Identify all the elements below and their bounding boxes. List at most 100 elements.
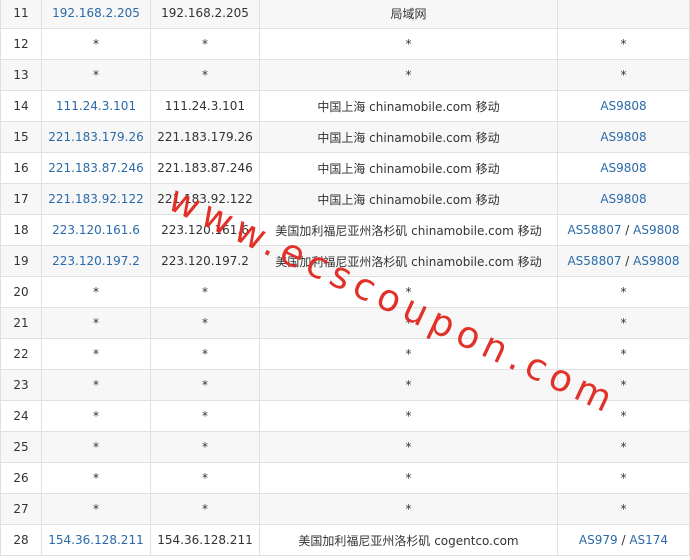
location-cell: * [259,307,558,339]
as-cell: * [557,59,690,91]
table-row: 14 111.24.3.101 111.24.3.101 中国上海 chinamobi… [0,90,690,122]
as-link[interactable]: AS9808 [600,130,646,144]
as-cell: * [557,338,690,370]
as-link[interactable]: AS979 [579,533,618,547]
ip-text: * [93,409,99,423]
ip-cell: 192.168.2.205 [41,0,151,29]
ip-cell: 221.183.179.26 [41,121,151,153]
table-row: 11 192.168.2.205 192.168.2.205 局域网 [0,0,690,29]
as-link[interactable]: AS9808 [633,254,679,268]
hop-number: 20 [0,276,42,308]
ip-cell: 221.183.92.122 [41,183,151,215]
table-row: 28 154.36.128.211 154.36.128.211 美国加利福尼亚州洛杉… [0,524,690,556]
table-row: 16 221.183.87.246 221.183.87.246 中国上海 china… [0,152,690,184]
as-cell: * [557,400,690,432]
table-row: 27 * * * * [0,493,690,525]
ip-link[interactable]: 223.120.161.6 [52,223,140,237]
as-cell: AS58807 / AS9808 [557,214,690,246]
hop-number: 18 [0,214,42,246]
ip-link[interactable]: 154.36.128.211 [48,533,143,547]
as-separator: / [617,533,630,547]
as-link[interactable]: AS58807 [567,223,621,237]
hop-number: 14 [0,90,42,122]
ip-link[interactable]: 111.24.3.101 [56,99,136,113]
hop-number: 25 [0,431,42,463]
hop-number: 27 [0,493,42,525]
ip-text: * [93,37,99,51]
ip-text: * [93,285,99,299]
table-row: 24 * * * * [0,400,690,432]
table-row: 21 * * * * [0,307,690,339]
hostname-cell: * [150,493,260,525]
ip-cell: * [41,462,151,494]
ip-text: * [93,347,99,361]
ip-cell: * [41,28,151,60]
hop-number: 16 [0,152,42,184]
ip-cell: 221.183.87.246 [41,152,151,184]
ip-cell: * [41,400,151,432]
as-cell: * [557,431,690,463]
ip-cell: 223.120.161.6 [41,214,151,246]
hostname-cell: * [150,276,260,308]
hostname-cell: 192.168.2.205 [150,0,260,29]
table-row: 13 * * * * [0,59,690,91]
hostname-cell: 221.183.92.122 [150,183,260,215]
hostname-cell: * [150,462,260,494]
hop-number: 19 [0,245,42,277]
hostname-cell: * [150,338,260,370]
ip-link[interactable]: 221.183.92.122 [48,192,143,206]
as-link[interactable]: AS9808 [633,223,679,237]
table-row: 19 223.120.197.2 223.120.197.2 美国加利福尼亚州洛杉矶 … [0,245,690,277]
ip-link[interactable]: 223.120.197.2 [52,254,140,268]
hostname-cell: 221.183.179.26 [150,121,260,153]
location-cell: * [259,400,558,432]
location-cell: 美国加利福尼亚州洛杉矶 chinamobile.com 移动 [259,245,558,277]
as-link[interactable]: AS9808 [600,192,646,206]
hop-number: 17 [0,183,42,215]
as-cell: * [557,369,690,401]
location-cell: 美国加利福尼亚州洛杉矶 chinamobile.com 移动 [259,214,558,246]
as-text: * [620,68,627,82]
ip-text: * [93,316,99,330]
as-cell: * [557,462,690,494]
ip-link[interactable]: 221.183.179.26 [48,130,143,144]
as-text: * [620,37,627,51]
table-row: 18 223.120.161.6 223.120.161.6 美国加利福尼亚州洛杉矶 … [0,214,690,246]
hop-number: 12 [0,28,42,60]
ip-link[interactable]: 192.168.2.205 [52,6,140,20]
location-cell: * [259,59,558,91]
location-cell: 美国加利福尼亚州洛杉矶 cogentco.com [259,524,558,556]
location-cell: * [259,431,558,463]
ip-cell: * [41,431,151,463]
ip-cell: 154.36.128.211 [41,524,151,556]
as-text: * [620,316,627,330]
traceroute-table: 11 192.168.2.205 192.168.2.205 局域网 12 * * * * 13 *… [0,0,690,556]
as-separator: / [621,254,634,268]
ip-cell: * [41,493,151,525]
table-row: 12 * * * * [0,28,690,60]
ip-text: * [93,502,99,516]
ip-text: * [93,440,99,454]
table-row: 25 * * * * [0,431,690,463]
ip-link[interactable]: 221.183.87.246 [48,161,143,175]
hostname-cell: 223.120.161.6 [150,214,260,246]
as-cell: * [557,307,690,339]
location-cell: 中国上海 chinamobile.com 移动 [259,90,558,122]
as-text: * [620,347,627,361]
as-link[interactable]: AS58807 [567,254,621,268]
hostname-cell: 223.120.197.2 [150,245,260,277]
as-link[interactable]: AS9808 [600,161,646,175]
ip-text: * [93,68,99,82]
table-row: 26 * * * * [0,462,690,494]
hostname-cell: * [150,59,260,91]
ip-cell: * [41,369,151,401]
as-link[interactable]: AS9808 [600,99,646,113]
as-cell: AS9808 [557,121,690,153]
hostname-cell: * [150,400,260,432]
as-cell: AS9808 [557,183,690,215]
location-cell: 局域网 [259,0,558,29]
as-link[interactable]: AS174 [629,533,668,547]
hostname-cell: * [150,28,260,60]
as-cell: * [557,493,690,525]
hop-number: 13 [0,59,42,91]
